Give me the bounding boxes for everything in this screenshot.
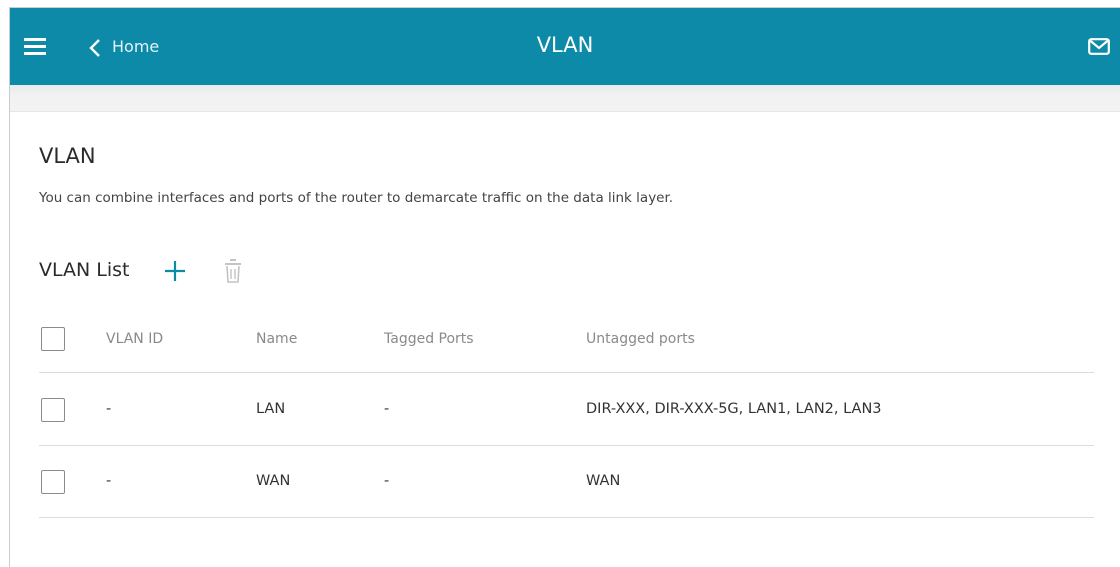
- toolbar-shadow: [10, 85, 1120, 112]
- row-vlan-id: -: [106, 473, 112, 489]
- chevron-left-icon: [89, 39, 100, 57]
- section-title: VLAN: [39, 144, 96, 168]
- select-all-checkbox[interactable]: [41, 327, 65, 351]
- row-tagged-ports: -: [384, 401, 390, 417]
- row-vlan-id: -: [106, 401, 112, 417]
- table-divider: [39, 517, 1094, 518]
- row-untagged-ports: DIR-XXX, DIR-XXX-5G, LAN1, LAN2, LAN3: [586, 401, 882, 417]
- table-row[interactable]: [39, 446, 1094, 517]
- row-checkbox[interactable]: [41, 470, 65, 494]
- row-name: LAN: [256, 401, 286, 417]
- row-tagged-ports: -: [384, 473, 390, 489]
- page-title: VLAN: [536, 33, 594, 57]
- row-untagged-ports: WAN: [586, 473, 621, 489]
- table-row[interactable]: [39, 373, 1094, 445]
- section-description: You can combine interfaces and ports of …: [39, 190, 674, 206]
- hamburger-menu-icon[interactable]: [24, 38, 46, 56]
- column-header-vlan-id: VLAN ID: [106, 331, 164, 347]
- plus-icon[interactable]: [164, 260, 186, 282]
- row-name: WAN: [256, 473, 291, 489]
- column-header-tagged-ports: Tagged Ports: [384, 331, 474, 347]
- top-bar: Home VLAN: [10, 8, 1120, 85]
- column-header-untagged-ports: Untagged ports: [586, 331, 695, 347]
- trash-icon: [225, 259, 241, 283]
- column-header-name: Name: [256, 331, 298, 347]
- row-checkbox[interactable]: [41, 398, 65, 422]
- vlan-list-title: VLAN List: [39, 259, 130, 281]
- back-home-label: Home: [112, 37, 160, 56]
- envelope-icon[interactable]: [1088, 38, 1110, 55]
